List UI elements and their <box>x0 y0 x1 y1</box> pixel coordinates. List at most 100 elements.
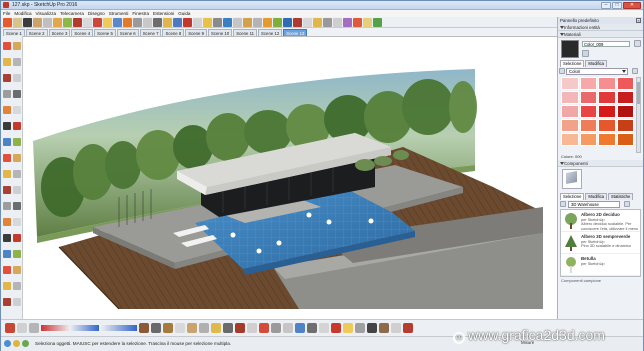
select-tool-icon[interactable] <box>3 17 12 27</box>
eraser-tool-icon[interactable] <box>13 17 22 27</box>
fog-icon[interactable] <box>273 17 282 27</box>
color-swatch[interactable] <box>579 105 597 118</box>
scene-tab[interactable]: Scene 6 <box>116 29 139 36</box>
tab-material-modifica[interactable]: Modifica <box>585 60 607 67</box>
add-detail-icon[interactable] <box>247 323 257 333</box>
menu-strumenti[interactable]: Strumenti <box>107 10 131 17</box>
follow-me-tool-icon[interactable] <box>13 154 21 162</box>
color-swatch[interactable] <box>598 119 616 132</box>
color-swatch[interactable] <box>561 77 579 90</box>
tab-material-selezione[interactable]: Selezione <box>560 60 585 67</box>
section-plane-tool-icon[interactable] <box>13 298 21 306</box>
ruby-console-icon[interactable] <box>343 17 352 27</box>
3d-text-tool-icon[interactable] <box>13 218 21 226</box>
scale-tool-icon[interactable] <box>3 170 11 178</box>
stone-material-icon[interactable] <box>151 323 161 333</box>
intersect-icon[interactable] <box>199 323 209 333</box>
pencil-tool-icon[interactable] <box>23 17 32 27</box>
warehouse-icon[interactable] <box>173 17 182 27</box>
photo-texture-icon[interactable] <box>355 323 365 333</box>
rotate-tool-icon[interactable] <box>3 154 11 162</box>
drape-icon[interactable] <box>235 323 245 333</box>
color-swatch[interactable] <box>561 133 579 146</box>
component-search-input[interactable]: 3D Warehouse <box>568 201 620 208</box>
front-view-icon[interactable] <box>303 17 312 27</box>
polygon-tool-icon[interactable] <box>13 106 21 114</box>
time-slider[interactable] <box>41 325 99 331</box>
line-tool-icon[interactable] <box>3 74 11 82</box>
pan-tool-icon[interactable] <box>143 17 152 27</box>
wood-material-icon[interactable] <box>139 323 149 333</box>
geolocation-icon[interactable] <box>4 340 11 347</box>
scene-tab[interactable]: Scene 8 <box>162 29 185 36</box>
color-swatch[interactable] <box>579 77 597 90</box>
textured-icon[interactable] <box>253 17 262 27</box>
pan-tool-icon[interactable] <box>13 234 21 242</box>
arc-tool-icon[interactable] <box>3 122 11 130</box>
user-icon[interactable] <box>22 340 29 347</box>
color-swatch[interactable] <box>598 105 616 118</box>
zoom-tool-icon[interactable] <box>153 17 162 27</box>
scene-tab[interactable]: Scene 4 <box>71 29 94 36</box>
color-swatch[interactable] <box>579 133 597 146</box>
pie-tool-icon[interactable] <box>13 122 21 130</box>
smoove-icon[interactable] <box>211 323 221 333</box>
color-swatch[interactable] <box>579 119 597 132</box>
close-button[interactable]: ✕ <box>623 2 641 9</box>
color-swatch[interactable] <box>616 133 634 146</box>
shape-tool-icon[interactable] <box>43 17 52 27</box>
sample-paint-icon[interactable] <box>582 50 589 57</box>
search-icon[interactable] <box>560 201 566 207</box>
menu-telecamera[interactable]: Telecamera <box>58 10 86 17</box>
create-material-icon[interactable] <box>634 40 641 47</box>
previous-tool-icon[interactable] <box>13 266 21 274</box>
pin-icon[interactable]: × <box>636 18 641 23</box>
menu-visualizza[interactable]: Visualizza <box>34 10 59 17</box>
outer-shell-icon[interactable] <box>271 323 281 333</box>
orbit-tool-icon[interactable] <box>133 17 142 27</box>
add-location-icon[interactable] <box>331 323 341 333</box>
menu-file[interactable]: File <box>1 10 12 17</box>
color-swatch[interactable] <box>598 133 616 146</box>
component-tool-icon[interactable] <box>13 42 21 50</box>
position-camera-tool-icon[interactable] <box>3 282 11 290</box>
text-tool-icon[interactable] <box>113 17 122 27</box>
zoom-tool-icon[interactable] <box>3 250 11 258</box>
dimension-tool-icon[interactable] <box>13 186 21 194</box>
arc-tool-icon[interactable] <box>33 17 42 27</box>
date-slider[interactable] <box>101 325 137 331</box>
offset-tool-icon[interactable] <box>13 170 21 178</box>
color-swatch[interactable] <box>561 105 579 118</box>
tab-component-statistiche[interactable]: Statistiche <box>608 193 634 200</box>
color-swatch[interactable] <box>579 91 597 104</box>
rotate-tool-icon[interactable] <box>83 17 92 27</box>
left-view-icon[interactable] <box>333 17 342 27</box>
home-icon[interactable] <box>559 68 565 74</box>
walk-icon[interactable] <box>379 323 389 333</box>
tab-component-modifica[interactable]: Modifica <box>585 193 607 200</box>
style-icon[interactable] <box>203 17 212 27</box>
maximize-button[interactable]: □ <box>612 2 622 9</box>
scene-tab[interactable]: Scene 12 <box>258 29 283 36</box>
list-item[interactable]: Albero 3D sempreverde per SketchUp Pino … <box>561 232 640 254</box>
scene-tab[interactable]: Scene 10 <box>208 29 233 36</box>
freehand-tool-icon[interactable] <box>13 74 21 82</box>
position-camera-icon[interactable] <box>403 323 413 333</box>
sandbox-icon[interactable] <box>363 17 372 27</box>
search-go-icon[interactable] <box>624 201 630 207</box>
components-header[interactable]: Componenti <box>558 160 643 167</box>
shadows-icon[interactable] <box>263 17 272 27</box>
circle-tool-icon[interactable] <box>3 106 11 114</box>
material-library-select[interactable]: Colori <box>566 68 628 75</box>
list-item[interactable]: Albero 2D deciduo per SketchUp Albero de… <box>561 210 640 232</box>
scene-tab[interactable]: Scene 3 <box>48 29 71 36</box>
back-view-icon[interactable] <box>323 17 332 27</box>
eraser-tool-icon[interactable] <box>3 58 11 66</box>
right-view-icon[interactable] <box>313 17 322 27</box>
push-pull-tool-icon[interactable] <box>13 138 21 146</box>
stamp-icon[interactable] <box>223 323 233 333</box>
menu-finestra[interactable]: Finestra <box>130 10 151 17</box>
axes-tool-icon[interactable] <box>3 218 11 226</box>
look-around-icon[interactable] <box>391 323 401 333</box>
tab-component-selezione[interactable]: Selezione <box>560 193 585 200</box>
